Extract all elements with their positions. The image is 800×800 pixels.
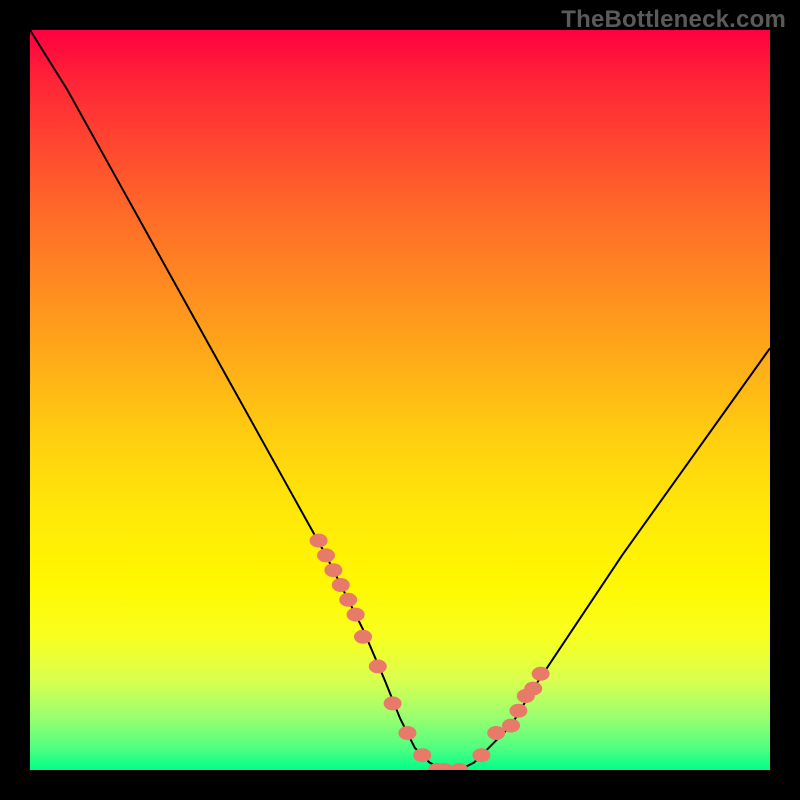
watermark-text: TheBottleneck.com: [561, 6, 786, 34]
chart-stage: TheBottleneck.com: [0, 0, 800, 800]
chart-svg: [30, 30, 770, 770]
marker-dot: [450, 763, 468, 770]
marker-dot: [384, 696, 402, 710]
plot-area: [30, 30, 770, 770]
marker-dot: [310, 534, 328, 548]
marker-dot: [487, 726, 505, 740]
marker-dot: [332, 578, 350, 592]
marker-dot: [324, 563, 342, 577]
marker-dot: [369, 659, 387, 673]
marker-dot: [398, 726, 416, 740]
marker-dot: [413, 748, 431, 762]
marker-group: [310, 534, 550, 770]
marker-dot: [354, 630, 372, 644]
marker-dot: [502, 719, 520, 733]
marker-dot: [347, 608, 365, 622]
marker-dot: [317, 548, 335, 562]
marker-dot: [339, 593, 357, 607]
marker-dot: [524, 682, 542, 696]
marker-dot: [472, 748, 490, 762]
marker-dot: [509, 704, 527, 718]
bottleneck-curve: [30, 30, 770, 770]
marker-dot: [532, 667, 550, 681]
